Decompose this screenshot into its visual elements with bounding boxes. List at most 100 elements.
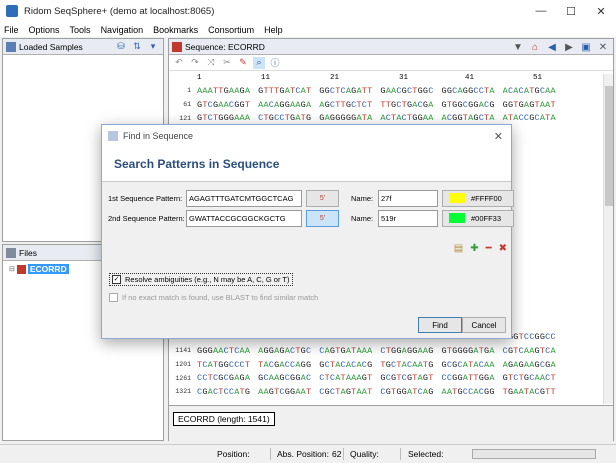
sequence-block: TACGACCAGG xyxy=(258,359,312,370)
row-position: 121 xyxy=(179,114,191,122)
sequence-row: 121 GTCTGGGAAA CTGCCTGATG GAGGGGGATA ACTACTG… xyxy=(169,111,603,125)
add-icon[interactable]: ✚ xyxy=(470,243,478,254)
sequence-block: CAGTGATAAA xyxy=(319,345,373,356)
sequence-block: CTGCCTGATG xyxy=(258,113,312,124)
sequence-block: GCAAGCGGAC xyxy=(258,373,312,384)
pattern2-reverse-button[interactable]: 5' xyxy=(306,209,339,227)
menu-file[interactable]: File xyxy=(4,25,19,35)
find-in-sequence-dialog: Find in Sequence ✕ Search Patterns in Se… xyxy=(101,124,514,339)
sequence-block: GCGTCGTAGT xyxy=(380,373,434,384)
status-position-label: Position: xyxy=(217,449,250,459)
blast-option[interactable]: If no exact match is found, use BLAST to… xyxy=(109,293,318,302)
close-sequence-icon[interactable]: ✕ xyxy=(597,41,609,53)
pattern1-name-label: Name: xyxy=(351,193,374,203)
sequence-block: AGAGAAGCGA xyxy=(502,359,556,370)
menu-tools[interactable]: Tools xyxy=(70,25,91,35)
resolve-ambiguities-checkbox[interactable]: ✓ xyxy=(112,275,121,284)
sequence-block: AACAGGAAGA xyxy=(258,99,312,110)
sequence-block: CTGGAGGAAG xyxy=(380,345,434,356)
menu-help[interactable]: Help xyxy=(264,25,283,35)
pattern1-reverse-button[interactable]: 5' xyxy=(306,189,339,207)
pattern2-name-input[interactable] xyxy=(378,209,438,227)
row-position: 1261 xyxy=(175,374,191,382)
sort-icon[interactable]: ⇅ xyxy=(131,41,143,52)
app-logo-icon xyxy=(6,5,18,17)
sequence-scrollbar[interactable] xyxy=(603,74,613,404)
status-separator xyxy=(343,448,344,460)
status-separator xyxy=(400,448,401,460)
sequence-block: GTCGAACGGT xyxy=(197,99,251,110)
status-selected-label: Selected: xyxy=(408,449,444,459)
sequence-title: Sequence: ECORRD xyxy=(185,41,265,52)
resolve-ambiguities-option[interactable]: ✓ Resolve ambiguities (e.g., N may be A,… xyxy=(109,273,293,286)
dialog-close-icon[interactable]: ✕ xyxy=(494,130,503,143)
sequence-block: TCATGGCCCT xyxy=(197,359,251,370)
pattern1-input[interactable] xyxy=(186,189,302,207)
row-position: 1201 xyxy=(175,361,191,369)
sequence-block: GGGAACTCAA xyxy=(197,345,251,356)
status-abs-position-value: 62 xyxy=(332,449,342,459)
clear-icon[interactable]: ✖ xyxy=(499,243,507,254)
color-swatch xyxy=(449,193,465,203)
reverse-complement-icon[interactable]: ⤨ xyxy=(205,57,217,69)
redo-icon[interactable]: ↷ xyxy=(189,57,201,69)
scrollbar-thumb[interactable] xyxy=(605,86,613,206)
sequence-block: GGCAGGCCTA xyxy=(441,85,495,96)
sequence-header-toolbar: ▼ ⌂ ◀ ▶ ▣ ✕ xyxy=(512,41,609,53)
tree-collapse-icon[interactable]: ⊟ xyxy=(9,265,15,273)
loaded-samples-header: Loaded Samples ⛁ ⇅ ▾ xyxy=(3,39,163,55)
maximize-icon[interactable]: ☐ xyxy=(556,0,586,22)
sequence-footer: ECORRD (length: 1541) xyxy=(169,405,613,441)
dialog-heading: Search Patterns in Sequence xyxy=(102,146,511,182)
blast-checkbox[interactable] xyxy=(109,293,118,302)
minimize-icon[interactable]: — xyxy=(526,0,556,22)
paste-icon[interactable]: ▤ xyxy=(454,243,463,254)
sequence-block: GCGCATACAA xyxy=(441,359,495,370)
row-position: 1 xyxy=(187,87,191,95)
pattern2-color-button[interactable]: #00FF33 xyxy=(442,209,514,227)
save-icon[interactable]: ▣ xyxy=(580,41,592,53)
filter-icon[interactable]: ▼ xyxy=(512,41,524,53)
pattern1-color-button[interactable]: #FFFF00 xyxy=(442,189,514,207)
info-icon[interactable]: ⓘ xyxy=(269,57,281,69)
blast-option-label: If no exact match is found, use BLAST to… xyxy=(122,293,319,302)
sequence-file-icon xyxy=(16,264,26,274)
tree-item-label[interactable]: ECORRD xyxy=(27,264,69,274)
files-title: Files xyxy=(19,247,37,258)
back-icon[interactable]: ◀ xyxy=(546,41,558,53)
pattern1-label: 1st Sequence Pattern: xyxy=(108,193,183,203)
sequence-block: CGACTCCATG xyxy=(197,386,251,397)
window-title: Ridom SeqSphere+ (demo at localhost:8065… xyxy=(24,5,215,17)
menu-bar: File Options Tools Navigation Bookmarks … xyxy=(0,22,616,37)
remove-icon[interactable]: ━ xyxy=(486,243,492,254)
database-icon[interactable]: ⛁ xyxy=(115,41,127,52)
sequence-block: GGCTCAGATT xyxy=(319,85,373,96)
sequence-length-tab[interactable]: ECORRD (length: 1541) xyxy=(173,412,275,426)
close-window-icon[interactable]: ✕ xyxy=(586,0,616,22)
menu-options[interactable]: Options xyxy=(29,25,60,35)
view-menu-icon[interactable]: ▾ xyxy=(147,41,159,52)
menu-bookmarks[interactable]: Bookmarks xyxy=(153,25,198,35)
sequence-block: TTGCTGACGA xyxy=(380,99,434,110)
sequence-block: GTTTGATCAT xyxy=(258,85,312,96)
pattern2-input[interactable] xyxy=(186,209,302,227)
sequence-block: CCGGATTGGA xyxy=(441,373,495,384)
pattern1-name-input[interactable] xyxy=(378,189,438,207)
menu-navigation[interactable]: Navigation xyxy=(101,25,144,35)
edit-icon[interactable]: ✎ xyxy=(237,57,249,69)
forward-icon[interactable]: ▶ xyxy=(563,41,575,53)
loaded-samples-title: Loaded Samples xyxy=(19,41,83,52)
sequence-row: 1 AAATTGAAGA GTTTGATCAT GGCTCAGATT GAACGCTGG… xyxy=(169,84,603,98)
home-icon[interactable]: ⌂ xyxy=(529,41,541,53)
sequence-block: AGGAGACTGC xyxy=(258,345,312,356)
sequence-block: CGTCAAGTCA xyxy=(502,345,556,356)
cancel-button[interactable]: Cancel xyxy=(462,317,506,333)
undo-icon[interactable]: ↶ xyxy=(173,57,185,69)
sequence-block: CGCTAGTAAT xyxy=(319,386,373,397)
sequence-toolbar: ↶ ↷ ⤨ ✂ ✎ ⌕ ⓘ xyxy=(169,55,613,71)
find-button[interactable]: Find xyxy=(418,317,462,333)
search-icon[interactable]: ⌕ xyxy=(253,56,265,69)
cut-icon[interactable]: ✂ xyxy=(221,57,233,69)
menu-consortium[interactable]: Consortium xyxy=(208,25,254,35)
row-position: 1141 xyxy=(175,347,191,355)
